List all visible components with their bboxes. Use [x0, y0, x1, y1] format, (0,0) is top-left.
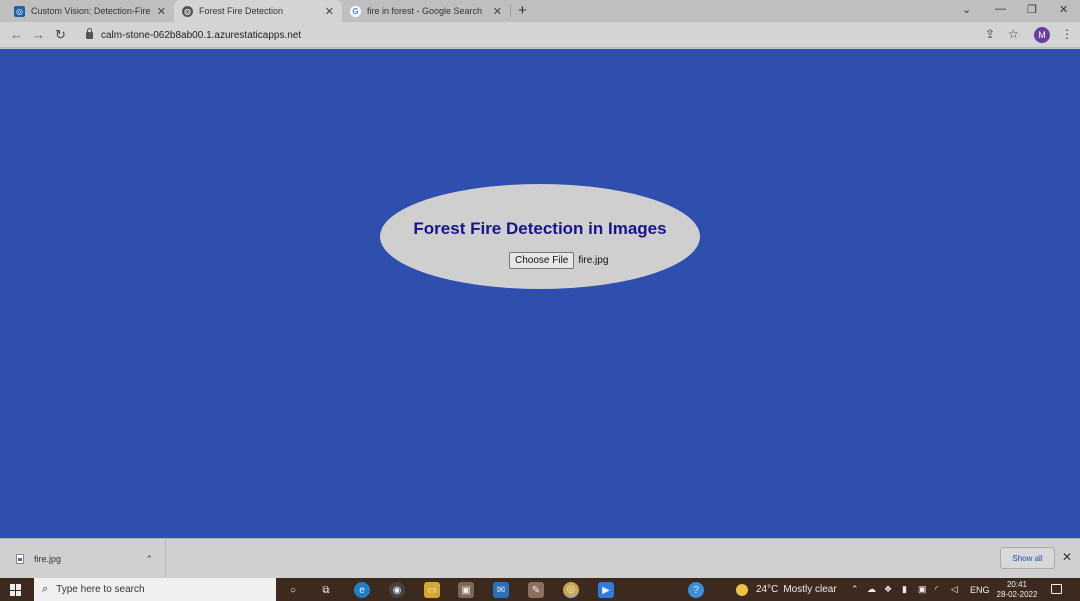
close-tab-icon[interactable]: ✕ [157, 5, 166, 18]
network-icon[interactable]: ▣ [918, 578, 927, 601]
mail-icon[interactable]: ✉ [493, 582, 509, 598]
lock-icon[interactable] [86, 27, 93, 39]
url-text[interactable]: calm-stone-062b8ab00.1.azurestaticapps.n… [101, 30, 301, 41]
taskbar-search-box[interactable]: ⌕ Type here to search [34, 578, 276, 601]
browser-tab-strip: ◎ Custom Vision: Detection-Fire - I ✕ ◍ … [0, 0, 1080, 22]
clock-time: 20:41 [1006, 580, 1028, 589]
edge-icon[interactable]: e [354, 582, 370, 598]
bookmark-star-icon[interactable]: ☆ [1008, 27, 1019, 41]
chrome-icon[interactable]: ◎ [563, 582, 579, 598]
search-icon: ⌕ [42, 583, 49, 595]
downloads-bar: fire.jpg ⌃ Show all ✕ [0, 538, 1080, 579]
close-tab-icon[interactable]: ✕ [325, 5, 334, 18]
volume-icon[interactable]: ◁ [951, 578, 958, 601]
page-title: Forest Fire Detection in Images [413, 219, 667, 238]
weather-widget[interactable]: 24°C Mostly clear [736, 578, 837, 601]
dropbox-icon[interactable]: ❖ [884, 578, 892, 601]
tab-search-chevron-icon[interactable]: ⌄ [962, 3, 971, 16]
choose-file-button[interactable]: Choose File [509, 252, 575, 269]
app-icon[interactable]: ◉ [389, 582, 405, 598]
restore-icon[interactable]: ❐ [1027, 3, 1037, 16]
windows-taskbar: ⌕ Type here to search ○ ⧉ e ◉ ▭ ▣ ✉ ✎ ◎ … [0, 578, 1080, 601]
onedrive-cloud-icon[interactable]: ☁ [867, 578, 876, 601]
windows-start-icon[interactable] [10, 584, 22, 596]
globe-icon: ◍ [182, 5, 193, 17]
tab-google-search[interactable]: G fire in forest - Google Search ✕ [342, 0, 510, 22]
selected-file-name: fire.jpg [578, 255, 609, 266]
minimize-icon[interactable]: — [995, 3, 1006, 15]
clock-date: 28-02-2022 [996, 590, 1038, 599]
tab-title: fire in forest - Google Search [367, 6, 483, 16]
download-item[interactable]: fire.jpg ⌃ [0, 539, 166, 579]
weather-temperature: 24°C [756, 584, 779, 595]
tab-custom-vision[interactable]: ◎ Custom Vision: Detection-Fire - I ✕ [6, 0, 174, 22]
taskbar-search-placeholder: Type here to search [56, 584, 145, 595]
close-downloads-icon[interactable]: ✕ [1062, 550, 1072, 564]
help-icon[interactable]: ? [688, 582, 704, 598]
task-view-icon[interactable]: ⧉ [318, 582, 334, 598]
tab-forest-fire-detection[interactable]: ◍ Forest Fire Detection ✕ [174, 0, 342, 22]
chevron-up-icon[interactable]: ⌃ [851, 578, 859, 601]
file-explorer-icon[interactable]: ▭ [424, 582, 440, 598]
image-file-icon [16, 554, 24, 564]
address-bar[interactable]: calm-stone-062b8ab00.1.azurestaticapps.n… [76, 25, 976, 45]
upload-panel: Forest Fire Detection in Images Choose F… [380, 184, 700, 289]
app-icon[interactable]: ✎ [528, 582, 544, 598]
back-arrow-icon[interactable]: ← [10, 27, 23, 42]
menu-kebab-icon[interactable]: ⋮ [1061, 27, 1073, 41]
cortana-icon[interactable]: ○ [285, 582, 301, 598]
browser-toolbar: ← → ↻ calm-stone-062b8ab00.1.azurestatic… [0, 22, 1080, 48]
forward-arrow-icon[interactable]: → [32, 27, 45, 42]
share-icon[interactable]: ⇪ [985, 27, 995, 41]
tab-title: Custom Vision: Detection-Fire - I [31, 6, 151, 16]
new-tab-button[interactable]: + [518, 2, 527, 19]
tab-title: Forest Fire Detection [199, 6, 284, 16]
weather-condition: Mostly clear [783, 584, 837, 595]
tab-separator [510, 5, 511, 17]
close-tab-icon[interactable]: ✕ [493, 5, 502, 18]
google-icon: G [350, 5, 361, 17]
store-icon[interactable]: ▣ [458, 582, 474, 598]
microphone-icon[interactable]: ▮ [902, 578, 907, 601]
page-viewport: Forest Fire Detection in Images Choose F… [0, 49, 1080, 538]
close-window-icon[interactable]: ✕ [1059, 3, 1068, 16]
profile-avatar[interactable]: M [1034, 27, 1050, 43]
language-indicator[interactable]: ENG [970, 578, 990, 601]
taskbar-clock[interactable]: 20:41 28-02-2022 [994, 580, 1040, 600]
moon-weather-icon [736, 583, 748, 596]
show-all-button[interactable]: Show all [1000, 547, 1055, 569]
chevron-up-icon[interactable]: ⌃ [145, 554, 153, 565]
notifications-icon[interactable] [1051, 584, 1062, 594]
zoom-icon[interactable]: ▶ [598, 582, 614, 598]
file-input[interactable]: Choose File fire.jpg [509, 252, 608, 269]
custom-vision-icon: ◎ [14, 5, 25, 17]
download-file-name: fire.jpg [34, 554, 62, 564]
wifi-icon[interactable]: ◜ [935, 578, 939, 601]
reload-icon[interactable]: ↻ [55, 27, 66, 43]
